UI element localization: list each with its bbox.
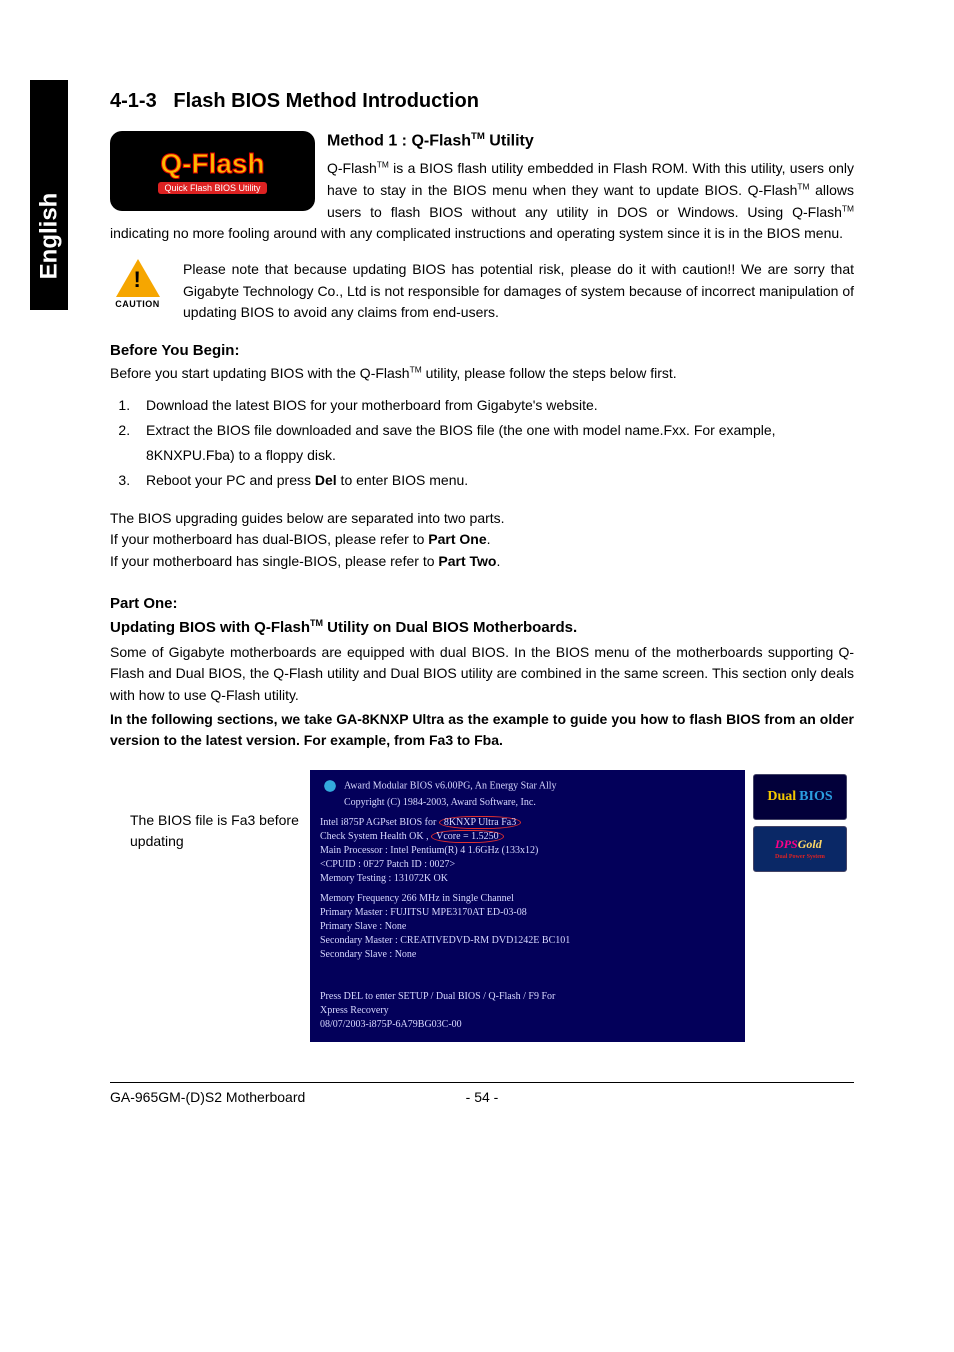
- caution-text: Please note that because updating BIOS h…: [183, 259, 854, 324]
- bios-line: Xpress Recovery: [320, 1004, 735, 1018]
- guides-intro: The BIOS upgrading guides below are sepa…: [110, 508, 854, 530]
- section-number: 4-1-3: [110, 90, 157, 112]
- dps-gold-badge: DPSGold Dual Power System: [753, 826, 847, 872]
- method1-heading-post: Utility: [485, 132, 534, 149]
- bios-line: Memory Testing : 131072K OK: [320, 872, 735, 886]
- bios-line: Award Modular BIOS v6.00PG, An Energy St…: [320, 776, 735, 796]
- text: BIOS: [799, 787, 832, 807]
- qflash-logo: Q-Flash Quick Flash BIOS Utility: [110, 131, 315, 211]
- text: Updating BIOS with Q-Flash: [110, 619, 310, 636]
- list-item: Download the latest BIOS for your mother…: [134, 393, 854, 418]
- text-bold: Part One: [428, 531, 486, 547]
- tm-mark: TM: [842, 203, 854, 213]
- text: to enter BIOS menu.: [337, 472, 469, 488]
- bios-line: Secondary Slave : None: [320, 948, 735, 962]
- bios-line: Check System Health OK , Vcore = 1.5250: [320, 830, 735, 844]
- text: DPS: [775, 837, 798, 851]
- section-heading: 4-1-3 Flash BIOS Method Introduction: [110, 90, 854, 113]
- text: Gold: [798, 837, 822, 851]
- qflash-logo-subtitle: Quick Flash BIOS Utility: [158, 182, 266, 194]
- text: Before you start updating BIOS with the …: [110, 365, 410, 381]
- energy-star-icon: [320, 776, 340, 796]
- bios-line: 08/07/2003-i875P-6A79BG03C-00: [320, 1018, 735, 1032]
- bios-line: <CPUID : 0F27 Patch ID : 0027>: [320, 858, 735, 872]
- part-one-bold: In the following sections, we take GA-8K…: [110, 709, 854, 752]
- text: Dual Power System: [775, 853, 825, 861]
- text: Q-Flash: [327, 160, 377, 176]
- tm-mark: TM: [410, 364, 422, 374]
- dual-bios-badge: Dual BIOS: [753, 774, 847, 820]
- part-one-para: Some of Gigabyte motherboards are equipp…: [110, 642, 854, 707]
- text: Check System Health OK ,: [320, 831, 431, 842]
- language-label: English: [35, 193, 63, 280]
- text: Reboot your PC and press: [146, 472, 315, 488]
- text: is a BIOS flash utility embedded in Flas…: [327, 160, 854, 198]
- bios-line: Press DEL to enter SETUP / Dual BIOS / Q…: [320, 990, 735, 1004]
- guides-single: If your motherboard has single-BIOS, ple…: [110, 551, 854, 573]
- text: Dual: [767, 787, 796, 807]
- list-item: Extract the BIOS file downloaded and sav…: [134, 418, 854, 468]
- bios-line: Primary Master : FUJITSU MPE3170AT ED-03…: [320, 906, 735, 920]
- steps-list: Download the latest BIOS for your mother…: [110, 393, 854, 494]
- bios-line: Memory Frequency 266 MHz in Single Chann…: [320, 892, 735, 906]
- before-intro: Before you start updating BIOS with the …: [110, 363, 854, 385]
- callout-circle: Vcore = 1.5250: [431, 830, 504, 843]
- section-title: Flash BIOS Method Introduction: [173, 90, 479, 112]
- text: indicating no more fooling around with a…: [110, 225, 843, 241]
- bios-line: Primary Slave : None: [320, 920, 735, 934]
- caution-block: CAUTION Please note that because updatin…: [110, 259, 854, 324]
- part-one-label: Part One:: [110, 595, 854, 612]
- key-name: Del: [315, 472, 337, 488]
- tm-mark: TM: [471, 131, 485, 142]
- language-tab: English: [30, 80, 68, 310]
- caution-label: CAUTION: [110, 299, 165, 309]
- bios-screenshot: Dual BIOS DPSGold Dual Power System Awar…: [310, 770, 745, 1042]
- bios-line: Main Processor : Intel Pentium(R) 4 1.6G…: [320, 844, 735, 858]
- tm-mark: TM: [377, 160, 389, 170]
- text: Utility on Dual BIOS Motherboards.: [323, 619, 577, 636]
- text-bold: Part Two: [438, 553, 496, 569]
- part-one-heading: Updating BIOS with Q-FlashTM Utility on …: [110, 618, 854, 636]
- text: utility, please follow the steps below f…: [422, 365, 677, 381]
- method1-heading-pre: Method 1 : Q-Flash: [327, 132, 471, 149]
- caution-icon: CAUTION: [110, 259, 165, 309]
- text: If your motherboard has single-BIOS, ple…: [110, 553, 438, 569]
- footer-left: GA-965GM-(D)S2 Motherboard: [110, 1089, 305, 1105]
- guides-dual: If your motherboard has dual-BIOS, pleas…: [110, 529, 854, 551]
- before-heading: Before You Begin:: [110, 342, 854, 359]
- text: If your motherboard has dual-BIOS, pleas…: [110, 531, 428, 547]
- list-item: Reboot your PC and press Del to enter BI…: [134, 468, 854, 493]
- callout-circle: 8KNXP Ultra Fa3: [439, 816, 521, 829]
- tm-mark: TM: [310, 618, 323, 628]
- bios-line: Intel i875P AGPset BIOS for 8KNXP Ultra …: [320, 816, 735, 830]
- bios-line: Secondary Master : CREATIVEDVD-RM DVD124…: [320, 934, 735, 948]
- text: Intel i875P AGPset BIOS for: [320, 817, 436, 828]
- page-footer: GA-965GM-(D)S2 Motherboard - 54 -: [110, 1082, 854, 1105]
- text: .: [487, 531, 491, 547]
- bios-caption: The BIOS file is Fa3 before updating: [110, 770, 310, 852]
- bios-line: Copyright (C) 1984-2003, Award Software,…: [320, 796, 735, 810]
- text: Award Modular BIOS v6.00PG, An Energy St…: [344, 780, 557, 791]
- text: .: [496, 553, 500, 569]
- tm-mark: TM: [797, 181, 809, 191]
- qflash-logo-title: Q-Flash: [160, 148, 264, 180]
- page-number: - 54 -: [466, 1089, 499, 1105]
